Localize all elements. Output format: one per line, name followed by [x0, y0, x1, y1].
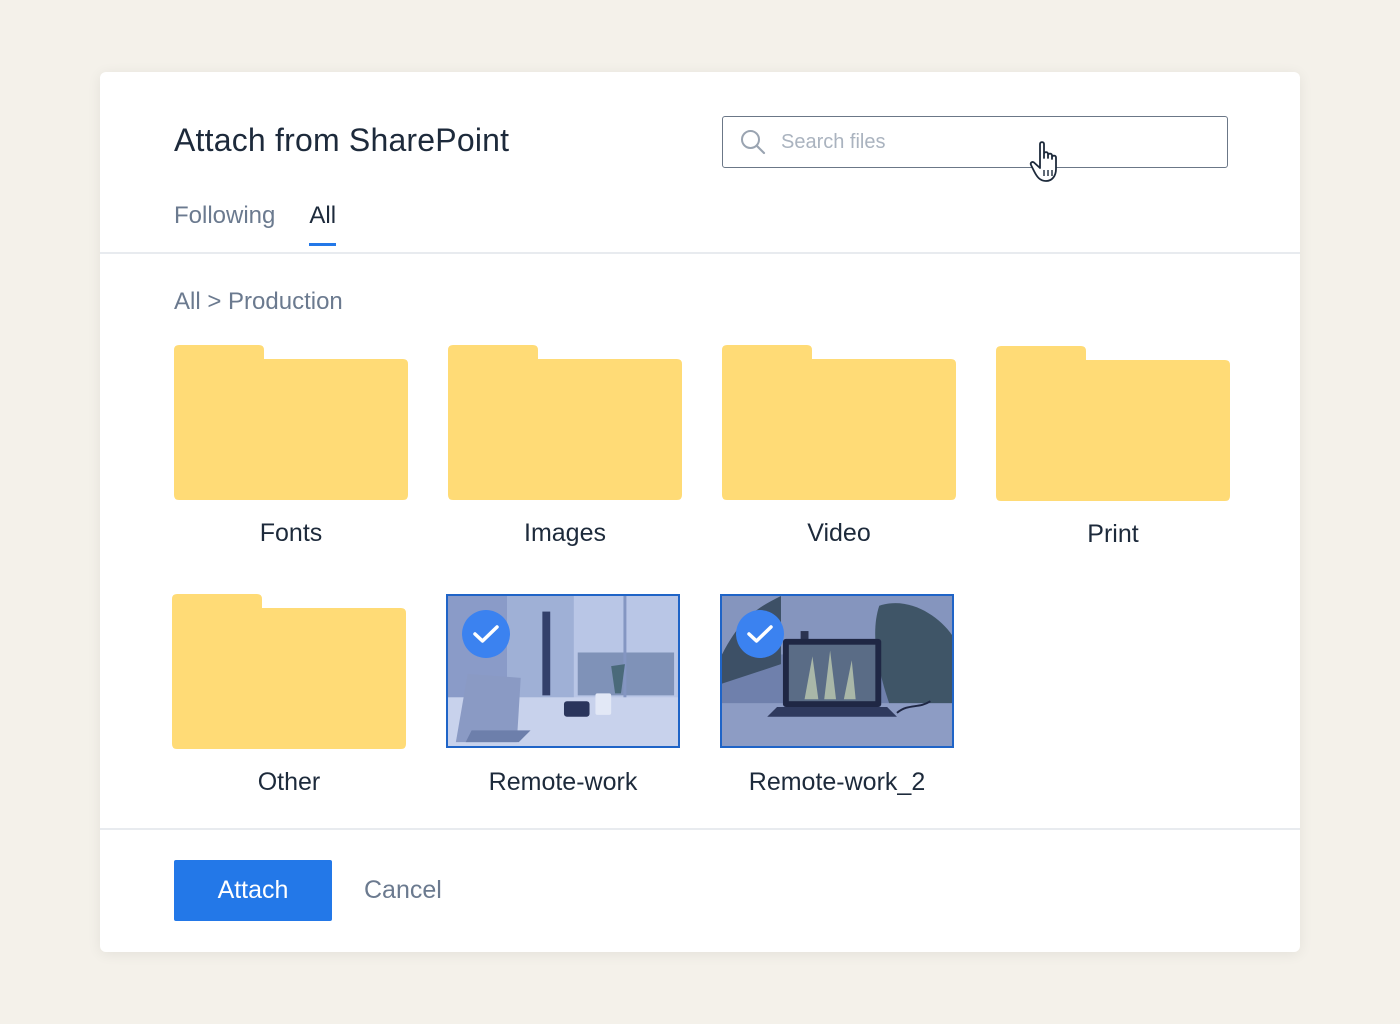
folder-label: Fonts	[259, 519, 323, 547]
search-input[interactable]	[779, 121, 1227, 163]
folder-icon	[722, 345, 956, 500]
image-thumbnail[interactable]	[446, 594, 680, 748]
breadcrumb[interactable]: All > Production	[174, 288, 343, 316]
folder-icon	[996, 346, 1230, 501]
footer-divider	[100, 828, 1300, 830]
hand-pointer-icon	[1029, 141, 1057, 182]
folder-video[interactable]: Video	[722, 345, 956, 547]
folder-icon	[174, 345, 408, 500]
folder-icon	[172, 594, 406, 749]
attach-button[interactable]: Attach	[174, 860, 332, 921]
search-icon	[741, 130, 766, 155]
tab-bar: Following All	[174, 202, 370, 246]
folder-images[interactable]: Images	[448, 345, 682, 547]
search-box[interactable]	[722, 116, 1228, 168]
header-divider	[100, 252, 1300, 254]
image-thumbnail[interactable]	[720, 594, 954, 748]
folder-print[interactable]: Print	[996, 346, 1230, 548]
folder-label: Other	[257, 768, 321, 796]
checkmark-icon	[736, 610, 784, 658]
folder-fonts[interactable]: Fonts	[174, 345, 408, 547]
cancel-button[interactable]: Cancel	[352, 860, 454, 921]
dialog-title: Attach from SharePoint	[174, 122, 510, 158]
attach-dialog: Attach from SharePoint Following All All…	[100, 72, 1300, 952]
tab-following[interactable]: Following	[174, 202, 275, 244]
file-remote-work[interactable]: Remote-work	[446, 594, 680, 796]
file-remote-work-2[interactable]: Remote-work_2	[720, 594, 954, 796]
tab-all[interactable]: All	[309, 202, 336, 246]
folder-label: Print	[1087, 520, 1139, 548]
folder-icon	[448, 345, 682, 500]
checkmark-icon	[462, 610, 510, 658]
folder-label: Video	[807, 519, 871, 547]
file-label: Remote-work_2	[748, 768, 926, 796]
file-label: Remote-work	[488, 768, 638, 796]
folder-other[interactable]: Other	[172, 594, 406, 796]
folder-label: Images	[524, 519, 606, 547]
